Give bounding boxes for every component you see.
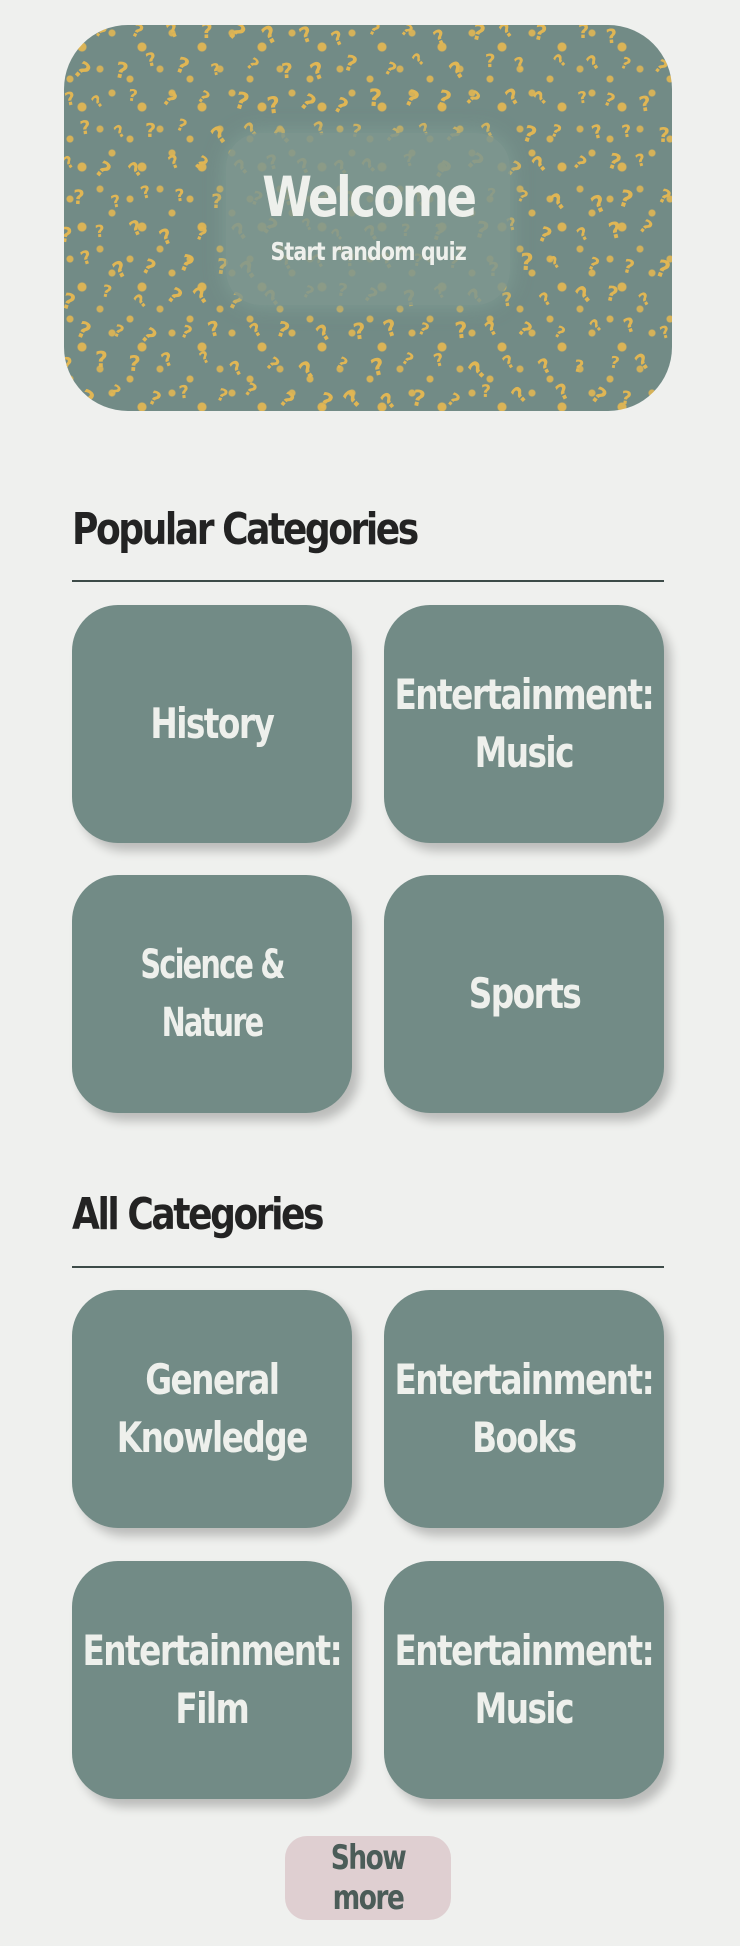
category-card-entertainment-books[interactable]: Entertainment: Books <box>384 1290 664 1528</box>
popular-categories-heading: Popular Categories <box>72 504 419 555</box>
show-more-label: Show more <box>330 1838 407 1918</box>
category-card-history[interactable]: History <box>72 605 352 843</box>
all-categories-heading: All Categories <box>72 1189 325 1240</box>
category-card-science-nature[interactable]: Science & Nature <box>72 875 352 1113</box>
category-label: Entertainment: Music <box>394 670 655 777</box>
hero-banner: ????????????????????????????????????????… <box>64 25 672 411</box>
hero-subtitle: Start random quiz <box>270 237 466 266</box>
all-divider <box>72 1266 664 1268</box>
category-label: Entertainment: Film <box>82 1626 343 1733</box>
category-label: Sports <box>468 969 581 1018</box>
category-card-entertainment-film[interactable]: Entertainment: Film <box>72 1561 352 1799</box>
category-label: General Knowledge <box>116 1355 309 1462</box>
category-label: Entertainment: Music <box>394 1626 655 1733</box>
hero-title: Welcome <box>261 165 477 229</box>
category-label: Entertainment: Books <box>394 1355 655 1462</box>
show-more-button[interactable]: Show more <box>285 1836 451 1920</box>
start-random-quiz-button[interactable]: Welcome Start random quiz <box>226 133 510 305</box>
category-card-entertainment-music-2[interactable]: Entertainment: Music <box>384 1561 664 1799</box>
category-label: History <box>150 699 275 748</box>
category-card-general-knowledge[interactable]: General Knowledge <box>72 1290 352 1528</box>
category-label: Science & Nature <box>140 942 285 1046</box>
category-card-entertainment-music[interactable]: Entertainment: Music <box>384 605 664 843</box>
category-card-sports[interactable]: Sports <box>384 875 664 1113</box>
popular-divider <box>72 580 664 582</box>
